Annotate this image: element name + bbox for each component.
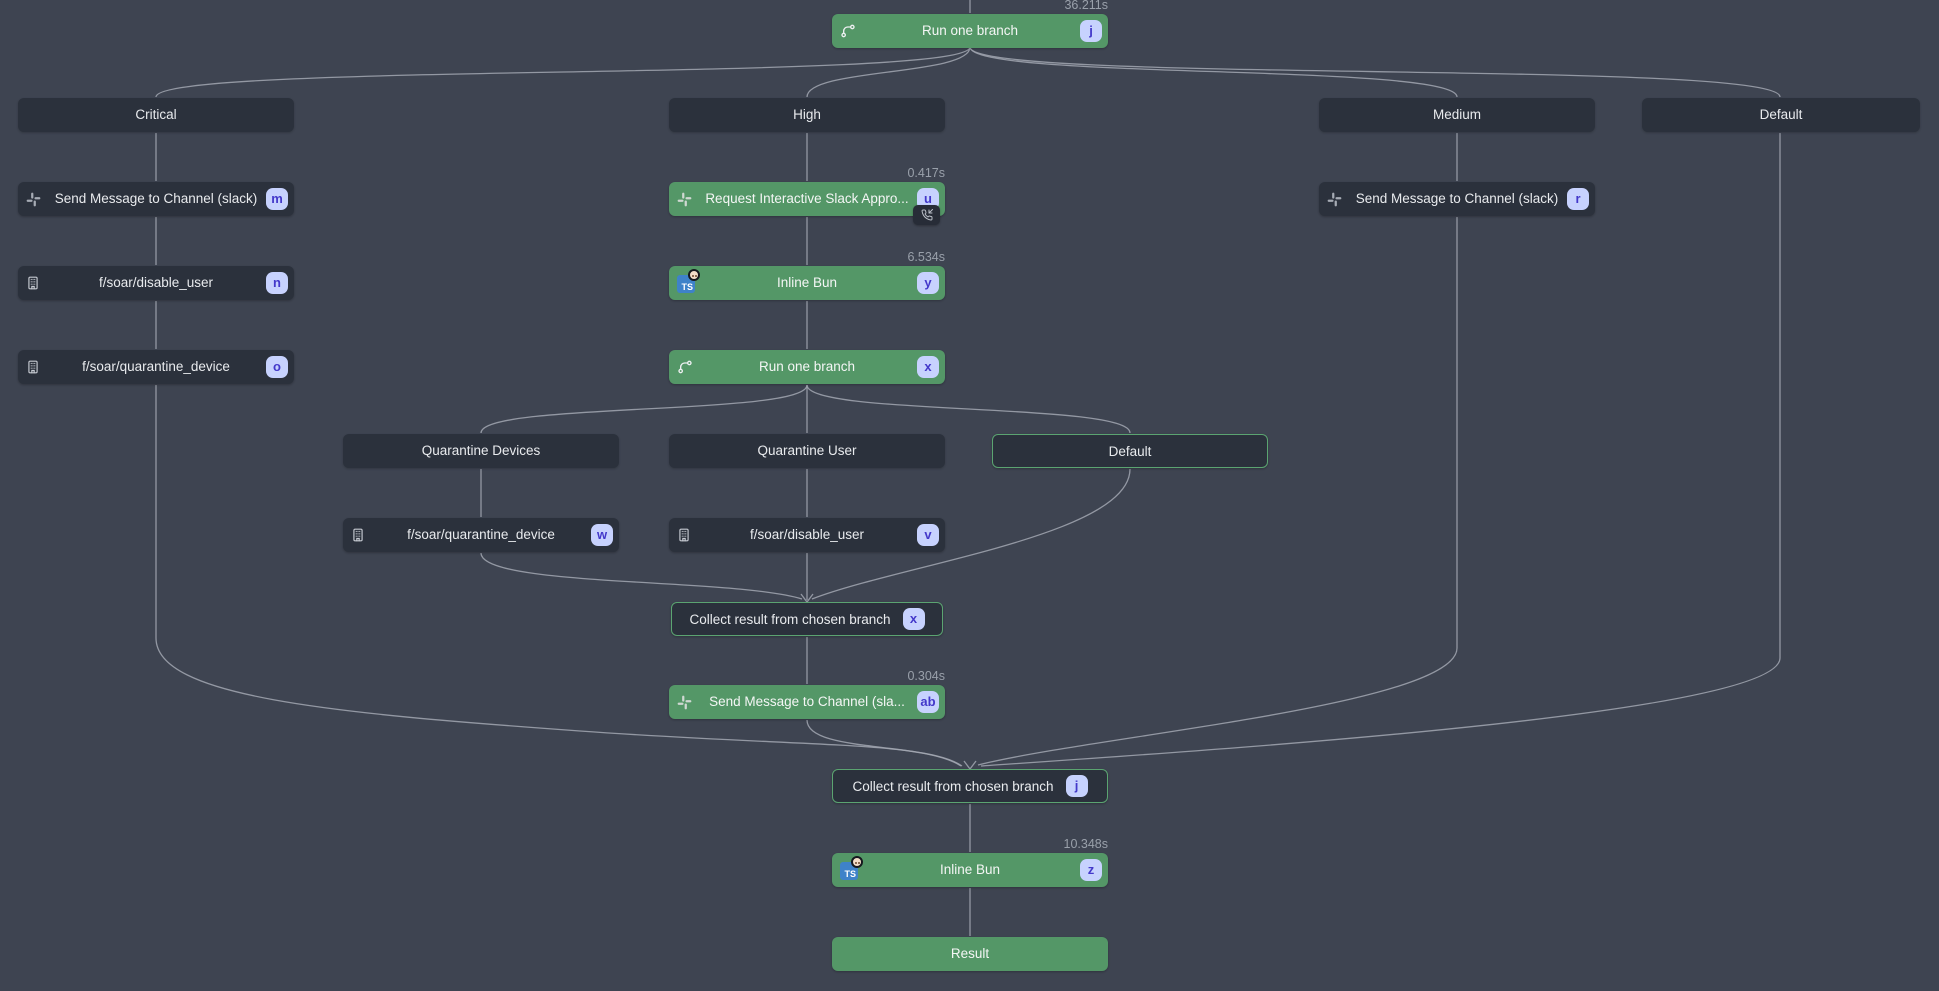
branch-header-default[interactable]: Default <box>1642 98 1920 132</box>
node-label: f/soar/disable_user <box>18 266 294 300</box>
node-quarantine-device-critical[interactable]: f/soar/quarantine_device o <box>18 350 294 384</box>
edge <box>807 385 1130 433</box>
typescript-bun-icon: TS <box>840 853 870 887</box>
branch-label: Quarantine Devices <box>343 434 619 468</box>
node-label: f/soar/disable_user <box>669 518 945 552</box>
node-quarantine-device-sub[interactable]: f/soar/quarantine_device w <box>343 518 619 552</box>
branch-label: Quarantine User <box>669 434 945 468</box>
node-label: Run one branch <box>832 14 1108 48</box>
node-request-slack-approval[interactable]: Request Interactive Slack Appro... u <box>669 182 945 216</box>
node-badge: y <box>917 272 939 294</box>
node-run-one-branch[interactable]: Run one branch j <box>832 14 1108 48</box>
node-label: Inline Bun <box>669 266 945 300</box>
workspace-script-icon <box>26 350 40 384</box>
edge <box>156 47 970 97</box>
branch-icon <box>840 14 856 48</box>
edge <box>807 47 970 97</box>
node-label: Collect result from chosen branch <box>689 612 890 627</box>
workspace-script-icon <box>677 518 691 552</box>
branch-label: Default <box>1642 98 1920 132</box>
slack-icon <box>26 182 41 216</box>
node-send-message-high[interactable]: Send Message to Channel (sla... ab <box>669 685 945 719</box>
timing-label: 0.304s <box>907 669 945 683</box>
timing-label: 10.348s <box>1064 837 1108 851</box>
branch-header-medium[interactable]: Medium <box>1319 98 1595 132</box>
edge <box>970 47 1780 97</box>
node-label: Run one branch <box>669 350 945 384</box>
node-badge: j <box>1066 775 1088 797</box>
timing-label: 36.211s <box>1064 0 1108 12</box>
workspace-script-icon <box>26 266 40 300</box>
node-badge: ab <box>917 691 939 713</box>
branch-label: Default <box>993 435 1267 467</box>
node-badge: z <box>1080 859 1102 881</box>
branch-header-default-selected[interactable]: Default <box>992 434 1268 468</box>
flow-graph-canvas[interactable]: 36.211s 0.417s 6.534s 0.304s 10.348s Run… <box>0 0 1939 991</box>
bun-icon <box>851 856 863 868</box>
node-send-message-medium[interactable]: Send Message to Channel (slack) r <box>1319 182 1595 216</box>
node-inline-bun-final[interactable]: TS Inline Bun z <box>832 853 1108 887</box>
node-badge: w <box>591 524 613 546</box>
branch-header-critical[interactable]: Critical <box>18 98 294 132</box>
slack-icon <box>677 685 692 719</box>
slack-icon <box>1327 182 1342 216</box>
node-result[interactable]: Result <box>832 937 1108 971</box>
node-label: Collect result from chosen branch <box>852 779 1053 794</box>
node-label: Result <box>832 937 1108 971</box>
edge <box>807 720 961 766</box>
arrowhead <box>964 761 976 769</box>
node-label: Send Message to Channel (slack) <box>1319 182 1595 216</box>
node-run-one-branch-high[interactable]: Run one branch x <box>669 350 945 384</box>
branch-header-quarantine-devices[interactable]: Quarantine Devices <box>343 434 619 468</box>
phone-incoming-icon <box>921 209 933 221</box>
workspace-script-icon <box>351 518 365 552</box>
node-label: f/soar/quarantine_device <box>18 350 294 384</box>
suspend-approval-chip <box>913 205 940 225</box>
slack-icon <box>677 182 692 216</box>
node-badge: o <box>266 356 288 378</box>
typescript-bun-icon: TS <box>677 266 707 300</box>
node-label: Inline Bun <box>832 853 1108 887</box>
node-collect-result-inner[interactable]: Collect result from chosen branch x <box>671 602 943 636</box>
node-disable-user-sub[interactable]: f/soar/disable_user v <box>669 518 945 552</box>
branch-label: Critical <box>18 98 294 132</box>
node-badge: r <box>1567 188 1589 210</box>
node-inline-bun-high[interactable]: TS Inline Bun y <box>669 266 945 300</box>
node-badge: m <box>266 188 288 210</box>
node-badge: j <box>1080 20 1102 42</box>
timing-label: 0.417s <box>907 166 945 180</box>
bun-icon <box>688 269 700 281</box>
node-label: Send Message to Channel (sla... <box>669 685 945 719</box>
branch-header-quarantine-user[interactable]: Quarantine User <box>669 434 945 468</box>
node-badge: v <box>917 524 939 546</box>
branch-label: Medium <box>1319 98 1595 132</box>
branch-label: High <box>669 98 945 132</box>
node-label: Request Interactive Slack Appro... <box>669 182 945 216</box>
node-badge: n <box>266 272 288 294</box>
node-disable-user-critical[interactable]: f/soar/disable_user n <box>18 266 294 300</box>
flow-edges <box>0 0 1939 991</box>
branch-header-high[interactable]: High <box>669 98 945 132</box>
node-collect-result-main[interactable]: Collect result from chosen branch j <box>832 769 1108 803</box>
branch-icon <box>677 350 693 384</box>
node-send-message-critical[interactable]: Send Message to Channel (slack) m <box>18 182 294 216</box>
edge <box>481 553 802 599</box>
node-label: Send Message to Channel (slack) <box>18 182 294 216</box>
edge <box>481 385 807 433</box>
node-label: f/soar/quarantine_device <box>343 518 619 552</box>
node-badge: x <box>903 608 925 630</box>
edge <box>978 217 1457 765</box>
timing-label: 6.534s <box>907 250 945 264</box>
node-badge: x <box>917 356 939 378</box>
